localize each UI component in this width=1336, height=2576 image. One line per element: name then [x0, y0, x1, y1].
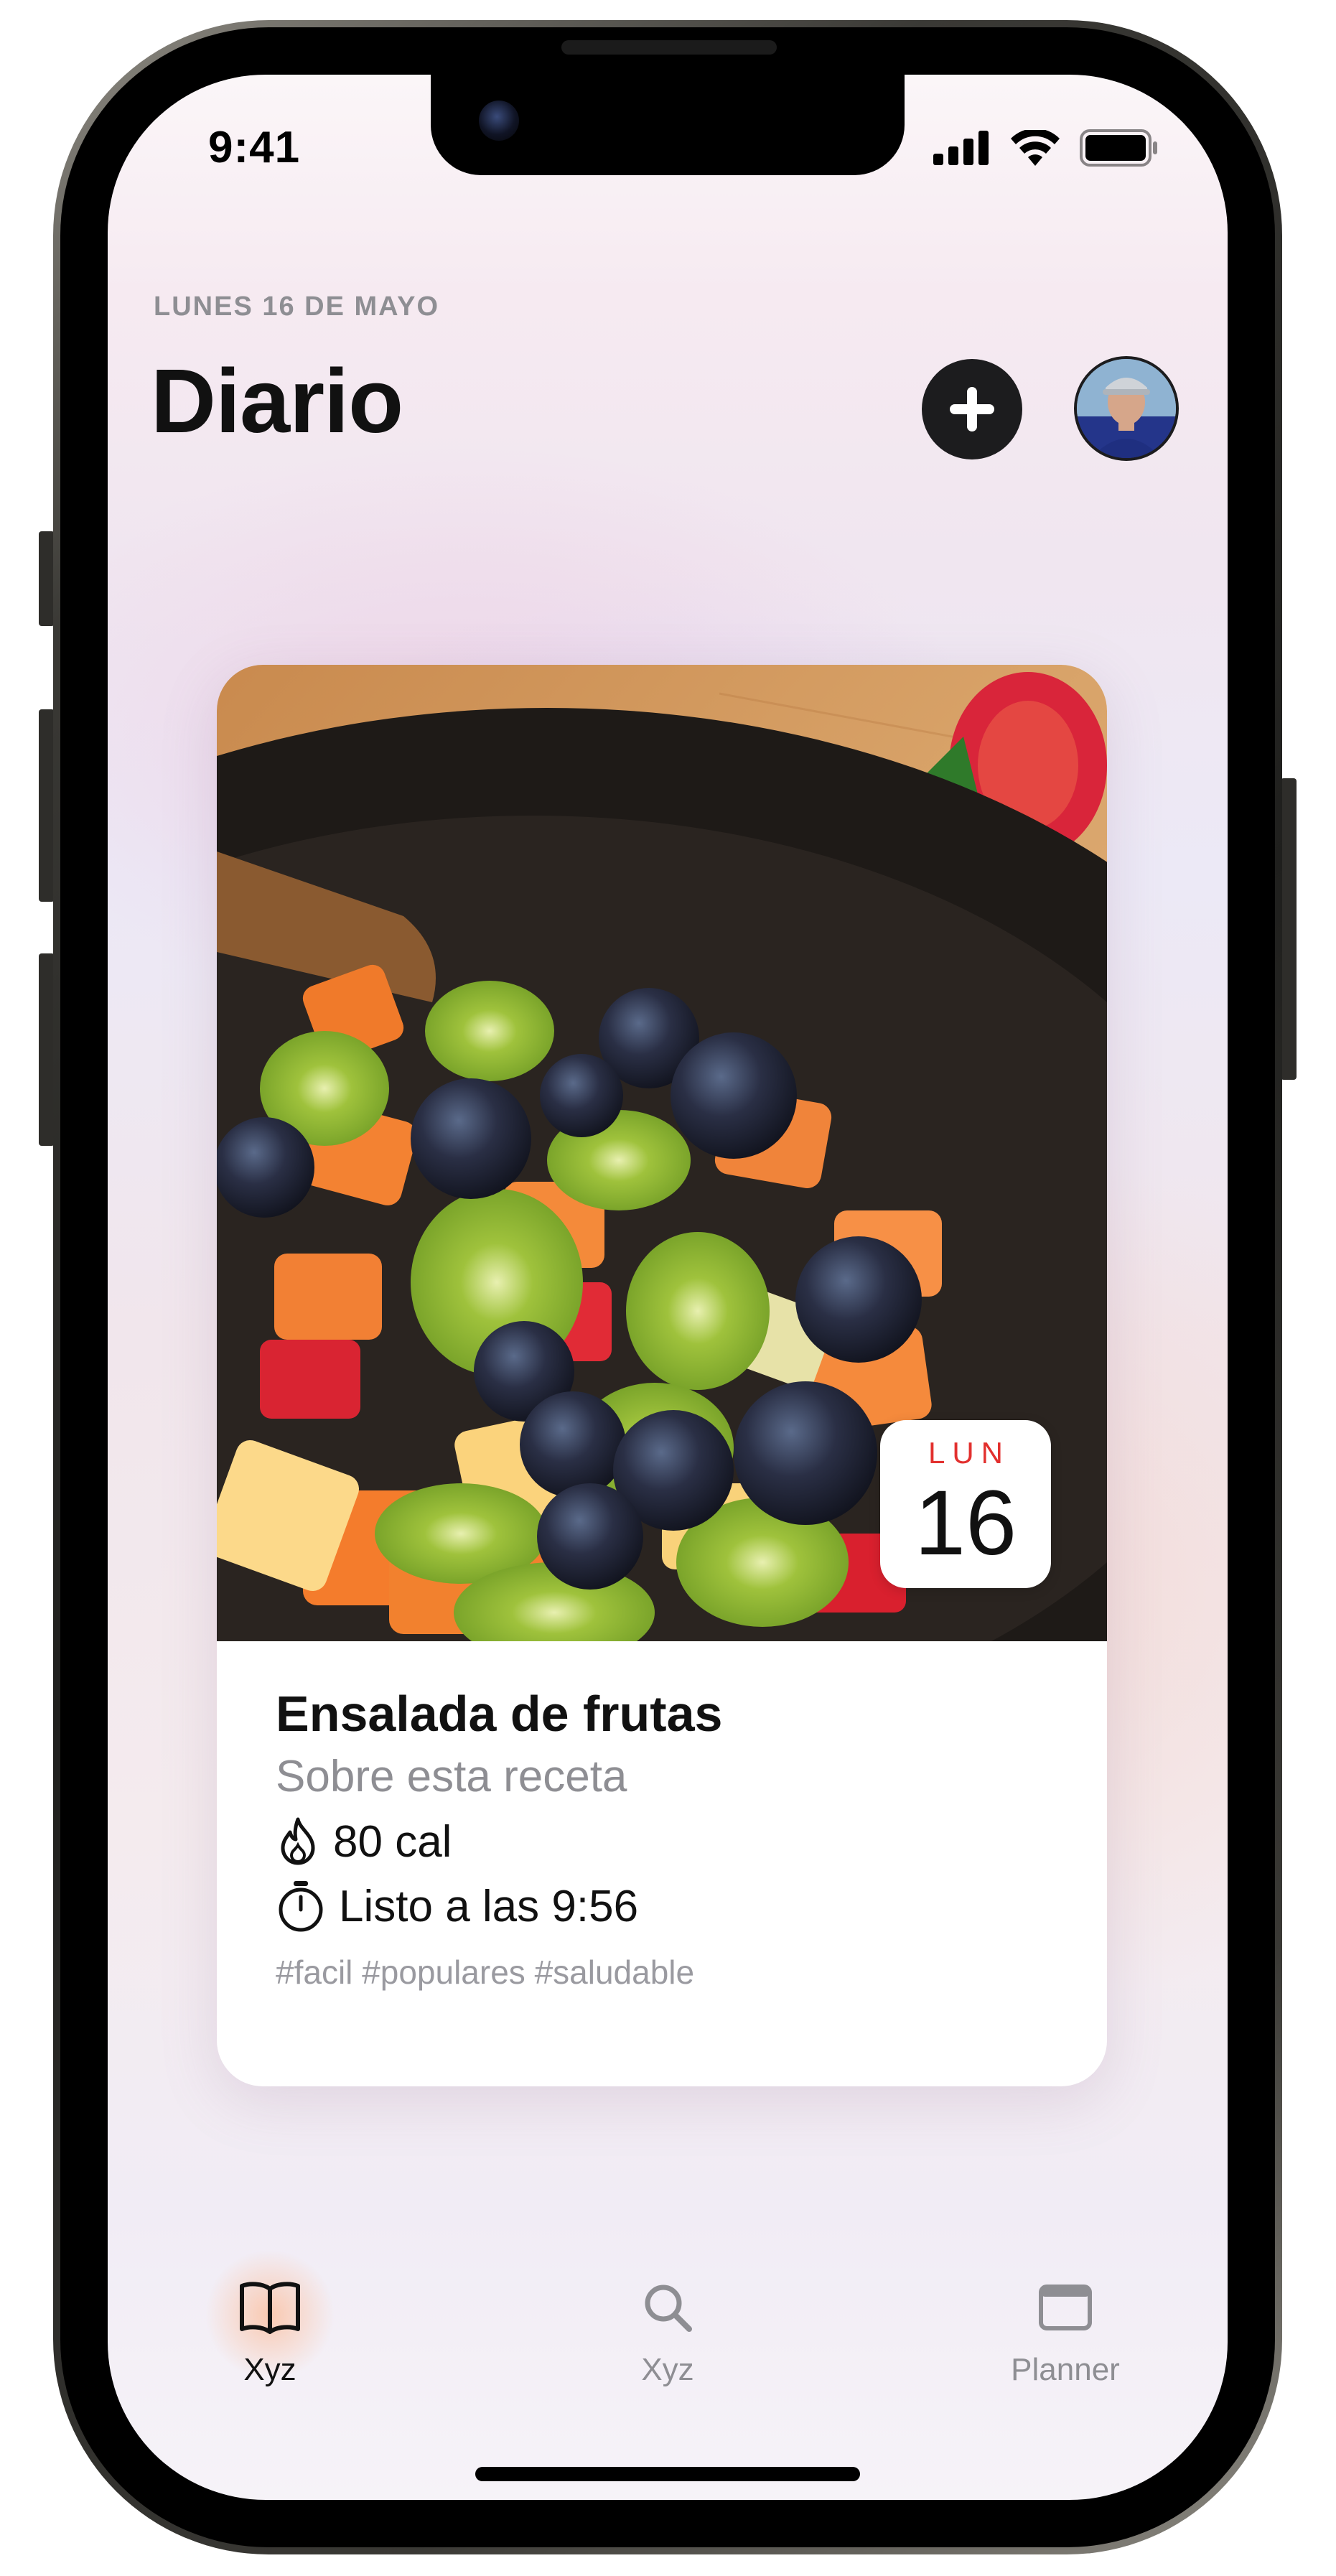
- page-title: Diario: [151, 350, 403, 452]
- side-button: [1281, 778, 1297, 1080]
- tab-label: Xyz: [641, 2352, 694, 2387]
- window-icon: [1039, 2285, 1092, 2330]
- date-badge: LUN 16: [880, 1420, 1051, 1588]
- cellular-signal-icon: [933, 131, 989, 165]
- tab-xyz-diary[interactable]: Xyz: [177, 2250, 363, 2401]
- battery-icon: [1080, 129, 1157, 167]
- tab-icon: [632, 2272, 704, 2343]
- calories-row: 80 cal: [276, 1809, 1064, 1874]
- tab-xyz-search[interactable]: Xyz: [574, 2272, 761, 2401]
- tab-label: Xyz: [243, 2352, 296, 2387]
- timer-icon: [279, 1881, 323, 1932]
- volume-up-button: [39, 709, 55, 902]
- recipe-image: LUN 16: [217, 665, 1107, 1641]
- tab-icon: [234, 2272, 306, 2343]
- recipe-card[interactable]: LUN 16 Ensalada de frutas Sobre esta rec…: [217, 665, 1107, 2086]
- home-indicator[interactable]: [475, 2467, 860, 2481]
- avatar[interactable]: [1074, 356, 1179, 461]
- date-label: LUNES 16 DE MAYO: [154, 291, 440, 322]
- status-time: 9:41: [208, 123, 301, 172]
- tab-planner[interactable]: Planner: [972, 2272, 1159, 2401]
- recipe-title: Ensalada de frutas: [276, 1686, 723, 1742]
- badge-day: LUN: [928, 1436, 1011, 1470]
- recipe-details: Ensalada de frutas Sobre esta receta 80 …: [276, 1683, 1064, 1992]
- user-avatar: [1077, 359, 1176, 458]
- ready-time-text: Listo a las 9:56: [339, 1881, 639, 1931]
- book-icon: [240, 2282, 300, 2334]
- add-button[interactable]: [922, 359, 1022, 459]
- silent-switch: [39, 531, 55, 626]
- plus-icon: [950, 387, 994, 431]
- recipe-subtitle[interactable]: Sobre esta receta: [276, 1745, 1064, 1809]
- volume-down-button: [39, 953, 55, 1146]
- calories-text: 80 cal: [333, 1816, 452, 1867]
- tab-label: Planner: [1011, 2352, 1120, 2387]
- search-icon: [645, 2285, 692, 2332]
- wifi-icon: [1011, 130, 1060, 166]
- badge-number: 16: [914, 1472, 1017, 1574]
- tab-bar: Xyz Xyz Planner: [108, 2250, 1228, 2401]
- ready-time-row: Listo a las 9:56: [276, 1874, 1064, 1938]
- tab-icon: [1029, 2272, 1101, 2343]
- flame-icon: [281, 1817, 315, 1865]
- screen: 9:41 LUNES 16 DE MAYO Diario LUN 16 Ensa…: [108, 75, 1228, 2500]
- front-camera: [479, 101, 519, 141]
- speaker: [561, 40, 777, 55]
- status-icons: [933, 129, 1159, 167]
- recipe-tags[interactable]: #facil #populares #saludable: [276, 1953, 1064, 1992]
